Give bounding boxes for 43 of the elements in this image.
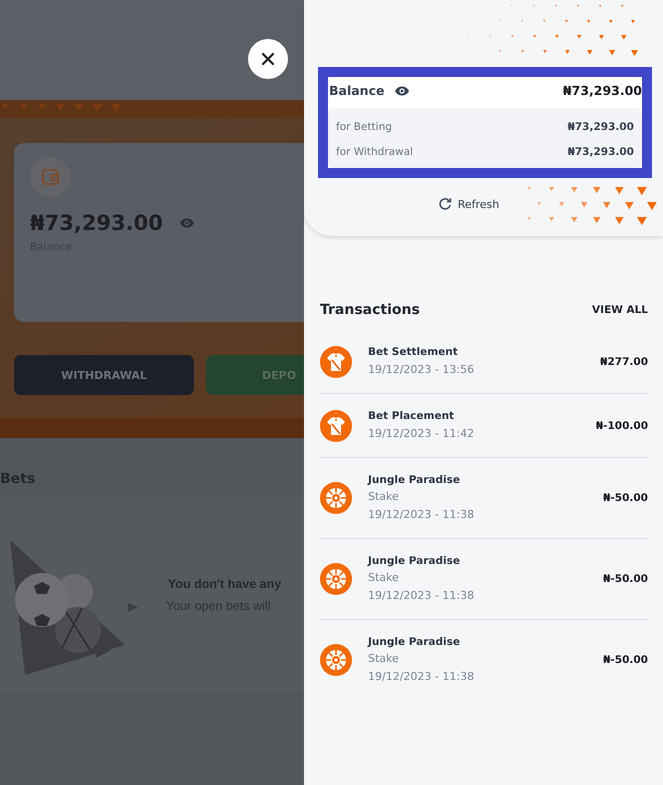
transaction-amount: ₦277.00	[600, 356, 648, 368]
transaction-date: 19/12/2023 - 11:38	[368, 669, 476, 685]
balance-amount: ₦73,293.00	[30, 211, 163, 235]
wallet-icon	[30, 157, 70, 197]
balance-row-amount: ₦73,293.00	[568, 120, 634, 132]
balance-title: Balance	[329, 83, 384, 98]
transaction-row[interactable]: Jungle Paradise Stake 19/12/2023 - 11:38 ₦-50.00	[320, 620, 648, 700]
eye-icon	[394, 84, 410, 96]
balance-row-label: for Betting	[336, 120, 392, 132]
transaction-row[interactable]: Bet Settlement 19/12/2023 - 13:56 ₦277.00	[320, 330, 648, 394]
balance-total: ₦73,293.00	[562, 83, 642, 98]
transaction-row[interactable]: Jungle Paradise Stake 19/12/2023 - 11:38 ₦-50.00	[320, 539, 648, 620]
transaction-amount: ₦-100.00	[596, 420, 648, 432]
refresh-button[interactable]: Refresh	[438, 197, 500, 211]
transaction-row[interactable]: Jungle Paradise Stake 19/12/2023 - 11:38 ₦-50.00	[320, 458, 648, 539]
transaction-amount: ₦-50.00	[603, 492, 648, 504]
transaction-title: Bet Settlement	[368, 345, 459, 360]
refresh-icon	[438, 197, 452, 211]
wheel-icon	[320, 482, 352, 514]
transaction-amount: ₦-50.00	[603, 573, 648, 585]
balance-row-amount: ₦73,293.00	[568, 146, 634, 158]
transaction-title: Jungle Paradise	[368, 635, 461, 650]
transaction-row[interactable]: Bet Placement 19/12/2023 - 11:42 ₦-100.00	[320, 394, 648, 458]
transaction-date: 19/12/2023 - 11:42	[368, 426, 476, 442]
transaction-amount: ₦-50.00	[603, 654, 648, 666]
transaction-type: Stake	[368, 570, 400, 586]
balance-row-label: for Withdrawal	[336, 146, 413, 158]
shirt-icon	[320, 410, 352, 442]
transaction-type: Stake	[368, 489, 400, 505]
close-icon	[261, 52, 275, 66]
transaction-date: 19/12/2023 - 13:56	[368, 362, 476, 378]
shirt-icon	[320, 346, 352, 378]
view-all-link[interactable]: VIEW ALL	[592, 304, 648, 316]
transaction-type: Stake	[368, 651, 400, 667]
transaction-title: Jungle Paradise	[368, 473, 461, 488]
transaction-title: Bet Placement	[368, 409, 456, 424]
wheel-icon	[320, 644, 352, 676]
section-title: Transactions	[320, 302, 420, 318]
eye-icon	[178, 217, 195, 229]
transaction-date: 19/12/2023 - 11:38	[368, 588, 476, 604]
transaction-date: 19/12/2023 - 11:38	[368, 507, 476, 523]
wheel-icon	[320, 563, 352, 595]
transaction-title: Jungle Paradise	[368, 554, 461, 569]
